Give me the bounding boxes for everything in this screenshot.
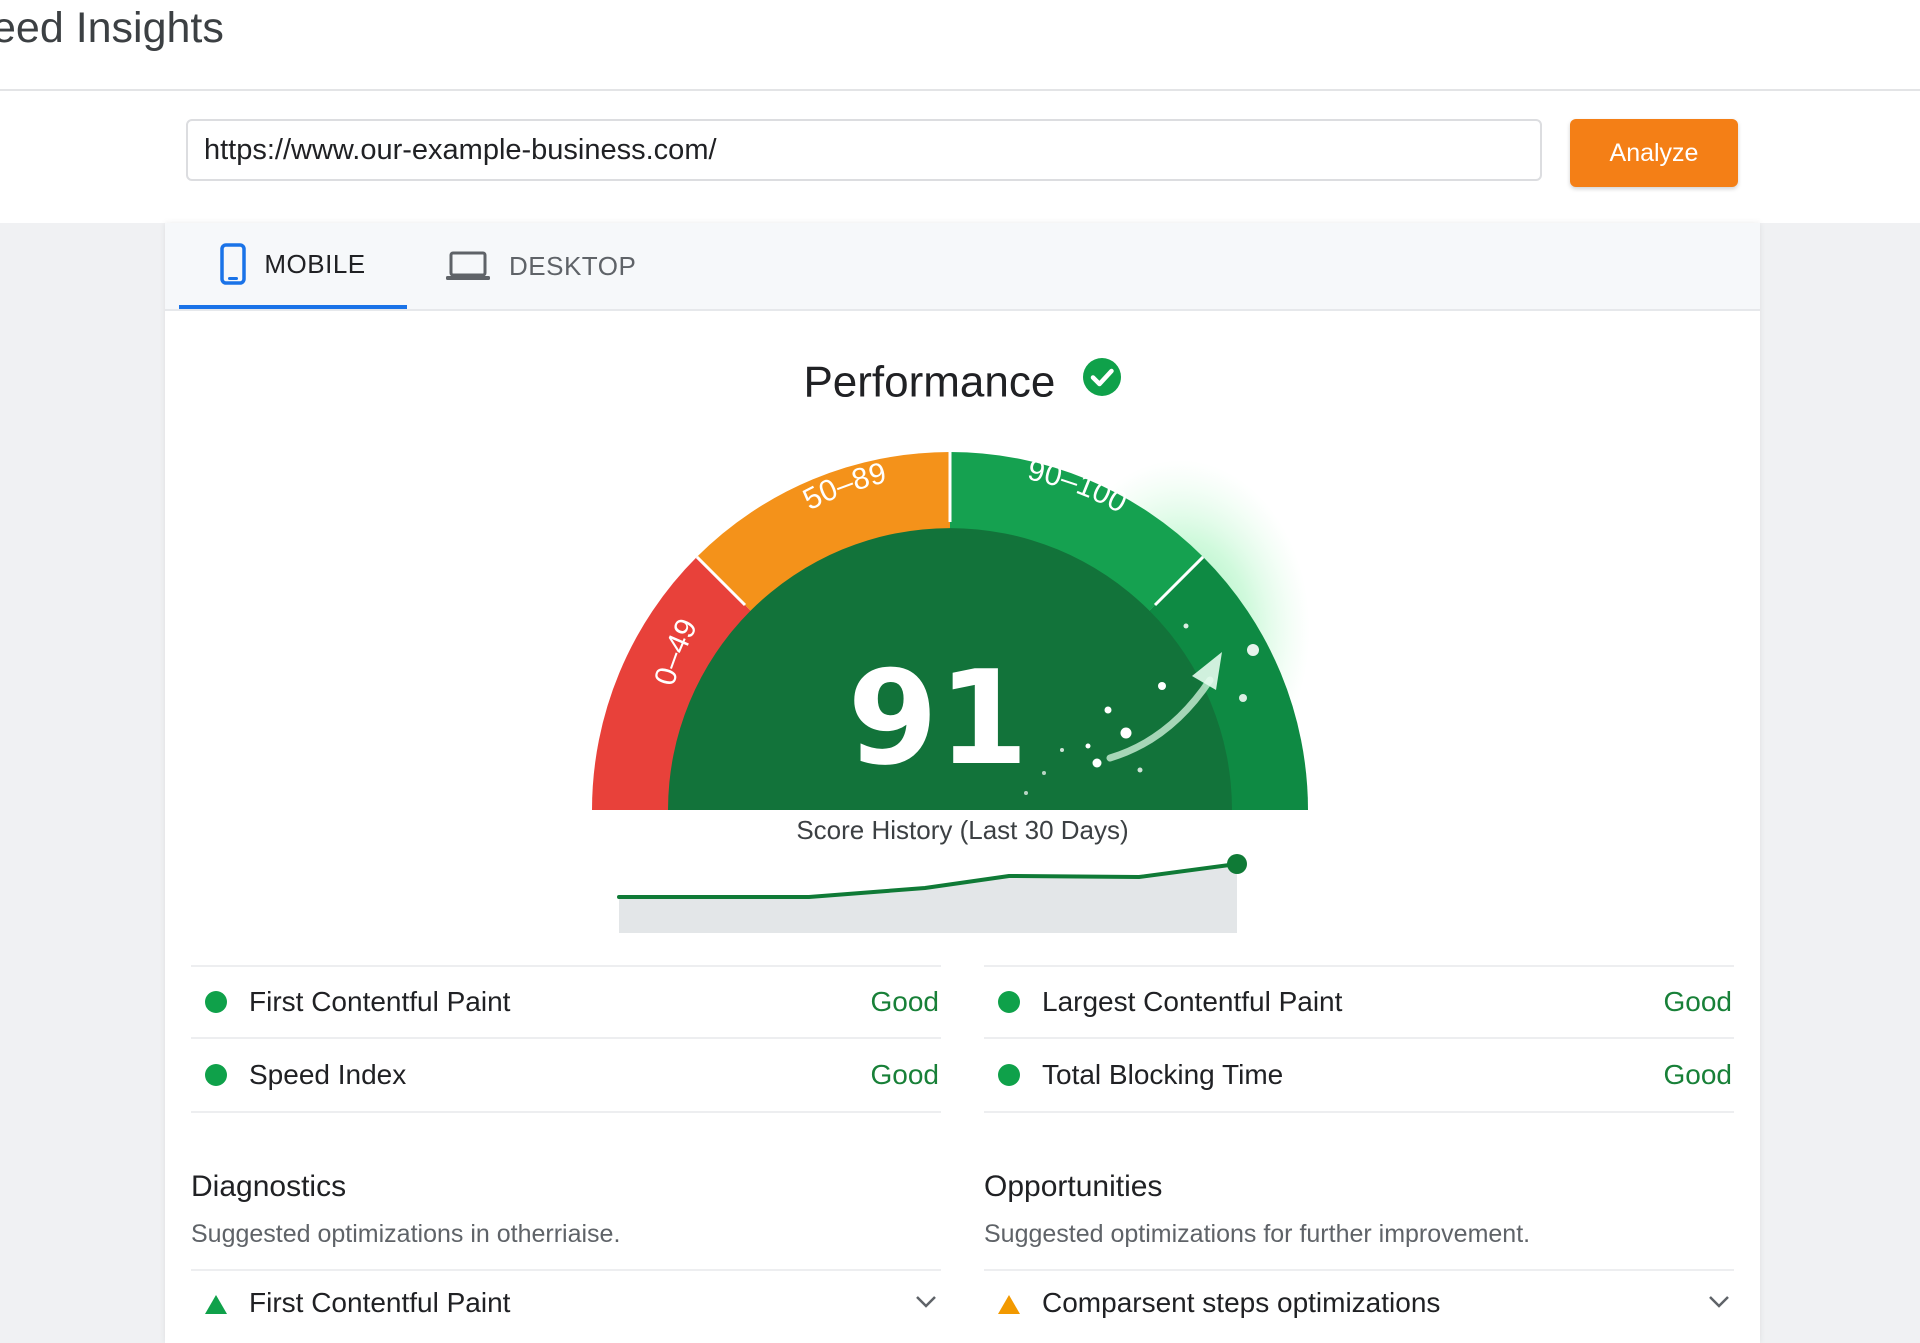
phone-icon xyxy=(220,243,247,285)
tab-mobile-label: MOBILE xyxy=(264,248,366,279)
performance-score: 91 xyxy=(848,642,1029,794)
opportunities-item[interactable]: Comparsent steps optimizations xyxy=(984,1269,1734,1329)
diagnostics-subtitle: Suggested optimizations in otherriaise. xyxy=(191,1220,621,1248)
diagnostics-title: Diagnostics xyxy=(191,1170,347,1203)
laptop-icon xyxy=(445,250,491,282)
diagnostics-item[interactable]: First Contentful Paint xyxy=(191,1269,941,1329)
app-title: eed Insights xyxy=(0,4,224,52)
chevron-down-icon xyxy=(916,1296,936,1308)
metric-status: Good xyxy=(870,986,940,1017)
metric-name: Largest Contentful Paint xyxy=(1042,986,1343,1017)
score-history-sparkline xyxy=(617,854,1247,933)
results-panel: MOBILE DESKTOP Performance 0–49 50–89 90… xyxy=(165,223,1760,1343)
opportunities-item-label: Comparsent steps optimizations xyxy=(1042,1287,1441,1318)
chevron-down-icon xyxy=(1709,1296,1729,1308)
check-circle-icon xyxy=(1082,357,1122,408)
metric-name: Total Blocking Time xyxy=(1042,1059,1284,1090)
metric-row: Speed Index Good xyxy=(191,1039,941,1113)
performance-gauge: 0–49 50–89 90–100 91 xyxy=(592,452,1310,810)
status-dot xyxy=(998,1064,1020,1086)
status-dot xyxy=(998,991,1020,1013)
metric-status: Good xyxy=(1663,986,1733,1017)
metric-status: Good xyxy=(870,1059,940,1090)
metric-row: Largest Contentful Paint Good xyxy=(984,965,1734,1039)
score-history-label: Score History (Last 30 Days) xyxy=(796,815,1129,845)
tab-desktop-label: DESKTOP xyxy=(509,250,637,281)
performance-label: Performance xyxy=(803,357,1056,407)
metric-row: Total Blocking Time Good xyxy=(984,1039,1734,1113)
opportunities-title: Opportunities xyxy=(984,1170,1163,1203)
tab-desktop[interactable]: DESKTOP xyxy=(445,223,645,309)
device-tabs: MOBILE DESKTOP xyxy=(165,223,1760,311)
opportunities-subtitle: Suggested optimizations for further impr… xyxy=(984,1220,1531,1248)
url-bar: Analyze xyxy=(0,91,1920,223)
triangle-icon xyxy=(205,1295,227,1314)
url-input[interactable] xyxy=(186,119,1542,181)
status-dot xyxy=(205,1064,227,1086)
sparkline-current-point xyxy=(1227,854,1247,874)
tab-mobile[interactable]: MOBILE xyxy=(179,223,407,309)
metric-row: First Contentful Paint Good xyxy=(191,965,941,1039)
diagnostics-item-label: First Contentful Paint xyxy=(249,1287,511,1318)
analyze-button[interactable]: Analyze xyxy=(1570,119,1738,187)
top-bar: eed Insights xyxy=(0,0,1920,91)
triangle-icon xyxy=(998,1295,1020,1314)
performance-title: Performance xyxy=(165,355,1760,408)
status-dot xyxy=(205,991,227,1013)
metric-status: Good xyxy=(1663,1059,1733,1090)
metric-name: First Contentful Paint xyxy=(249,986,511,1017)
metric-name: Speed Index xyxy=(249,1059,407,1090)
